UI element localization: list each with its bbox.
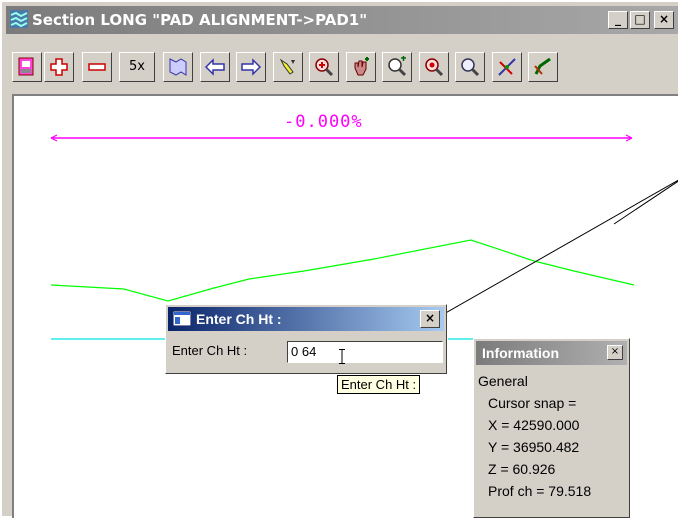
information-panel: Information × General Cursor snap = X = … bbox=[473, 338, 630, 518]
zoom-5x-button[interactable]: 5x bbox=[119, 52, 155, 82]
minimize-button[interactable]: _ bbox=[608, 11, 628, 29]
information-title: Information bbox=[482, 345, 559, 361]
fit-view-icon[interactable] bbox=[163, 52, 193, 82]
ch-ht-input[interactable]: 0 64 bbox=[287, 341, 443, 363]
zoom-target-icon[interactable] bbox=[419, 52, 449, 82]
grade-label: -0.000% bbox=[284, 112, 363, 132]
zoom-out-minus-icon[interactable] bbox=[82, 52, 112, 82]
magnify-icon[interactable] bbox=[455, 52, 485, 82]
pencil-icon[interactable] bbox=[528, 52, 558, 82]
ch-ht-label: Enter Ch Ht : bbox=[172, 343, 248, 358]
window-titlebar[interactable]: Section LONG "PAD ALIGNMENT->PAD1" _ □ × bbox=[6, 6, 678, 34]
ch-ht-tooltip: Enter Ch Ht : bbox=[337, 375, 421, 394]
maximize-button[interactable]: □ bbox=[630, 11, 650, 29]
information-close-button[interactable]: × bbox=[607, 345, 623, 360]
plot-icon[interactable] bbox=[12, 52, 42, 82]
info-z-value: Z = 60.926 bbox=[488, 461, 556, 477]
profile-line bbox=[50, 239, 635, 302]
enter-ch-ht-dialog: Enter Ch Ht : × Enter Ch Ht : 0 64 bbox=[165, 304, 447, 374]
info-x-value: X = 42590.000 bbox=[488, 417, 580, 433]
dialog-close-button[interactable]: × bbox=[420, 310, 440, 328]
info-prof-ch-value: Prof ch = 79.518 bbox=[488, 483, 592, 499]
information-titlebar[interactable]: Information × bbox=[476, 341, 627, 365]
zoom-window-icon[interactable] bbox=[309, 52, 339, 82]
toolbar: 5x bbox=[6, 38, 678, 84]
text-cursor-icon bbox=[339, 349, 345, 364]
zoom-in-plus-icon[interactable] bbox=[44, 52, 74, 82]
info-heading: General bbox=[478, 373, 528, 389]
dialog-window-icon bbox=[173, 311, 191, 326]
window-title: Section LONG "PAD ALIGNMENT->PAD1" bbox=[32, 11, 368, 29]
dialog-title: Enter Ch Ht : bbox=[196, 311, 282, 327]
section-app-icon bbox=[10, 10, 28, 28]
zoom-centre-icon[interactable] bbox=[382, 52, 412, 82]
cursor-snap-icon[interactable] bbox=[492, 52, 522, 82]
close-button[interactable]: × bbox=[654, 11, 674, 29]
pan-left-icon[interactable] bbox=[200, 52, 230, 82]
section-window: Section LONG "PAD ALIGNMENT->PAD1" _ □ ×… bbox=[0, 0, 678, 518]
info-cursor-snap: Cursor snap = bbox=[488, 395, 577, 411]
hand-pan-icon[interactable] bbox=[346, 52, 376, 82]
pan-right-icon[interactable] bbox=[236, 52, 266, 82]
dialog-titlebar[interactable]: Enter Ch Ht : × bbox=[168, 307, 444, 331]
pick-tool-icon[interactable] bbox=[273, 52, 303, 82]
info-y-value: Y = 36950.482 bbox=[488, 439, 580, 455]
